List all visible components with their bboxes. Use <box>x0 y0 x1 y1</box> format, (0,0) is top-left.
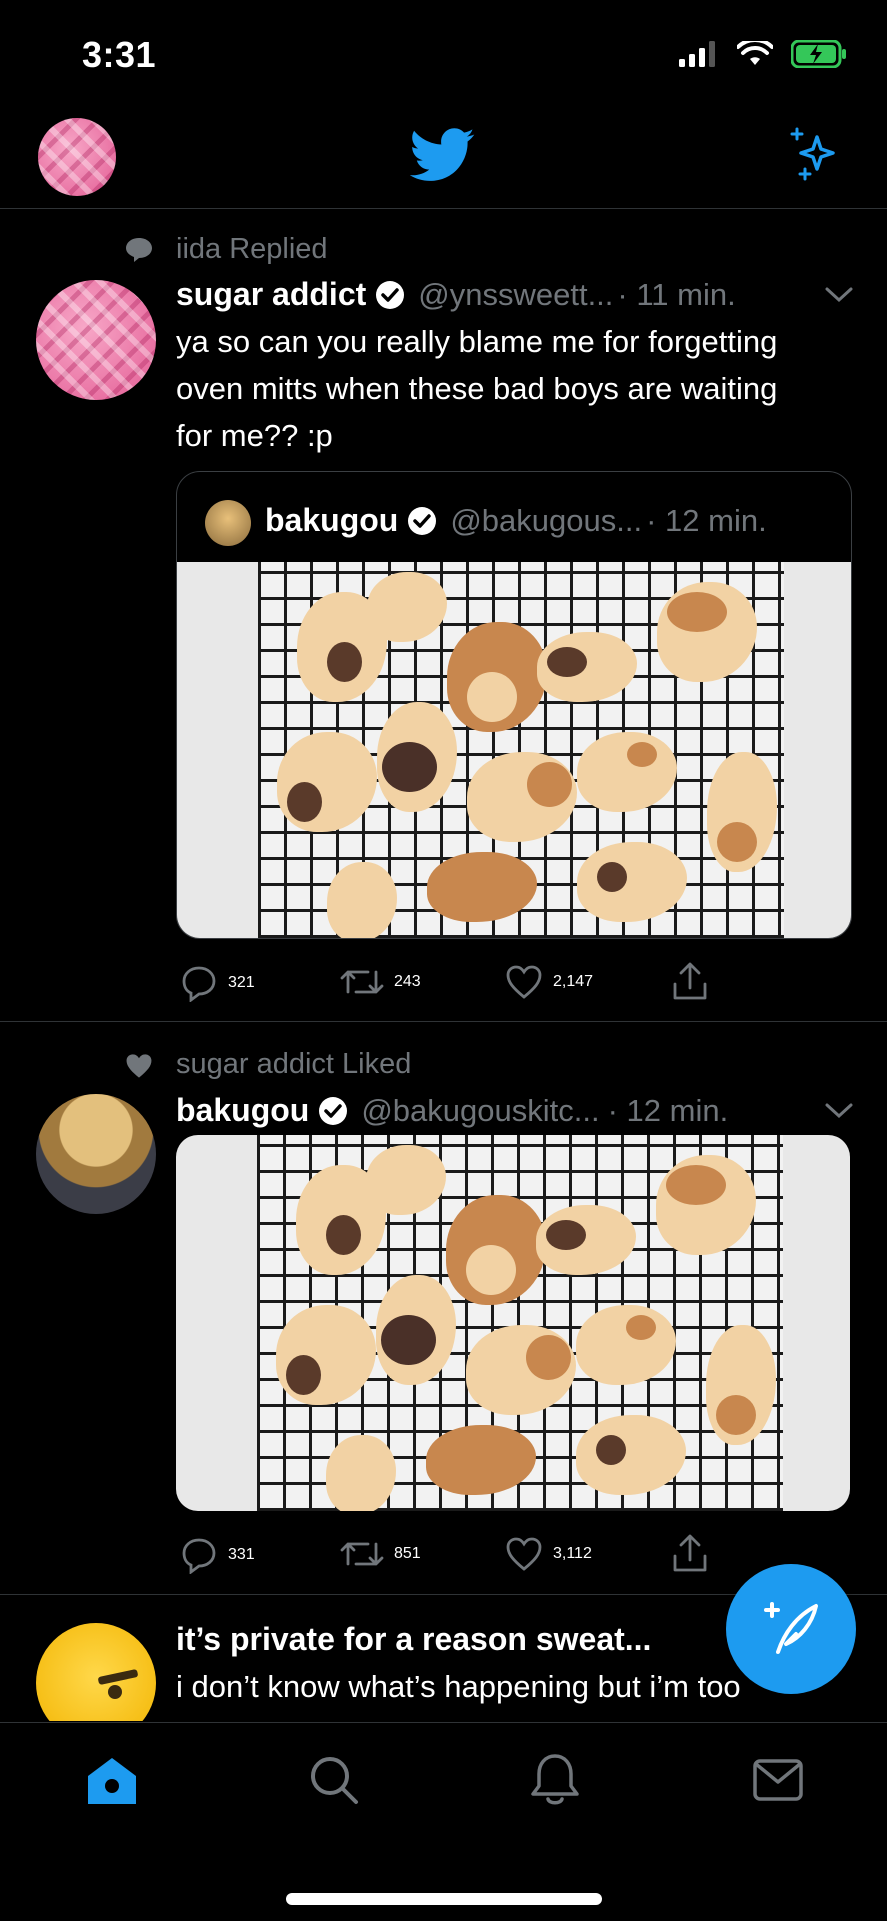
verified-badge-icon <box>319 1096 348 1125</box>
reply-button[interactable]: 321 <box>180 964 255 1002</box>
reply-count: 331 <box>228 1546 255 1563</box>
quoted-tweet-card[interactable]: bakugou @bakugous... · 12 min. <box>176 471 852 939</box>
author-name[interactable]: it’s private for a reason sweat... <box>176 1621 651 1658</box>
profile-avatar[interactable] <box>38 118 116 196</box>
tweet-time: · 11 min. <box>617 276 736 312</box>
twitter-bird-icon[interactable] <box>410 128 476 182</box>
retweet-count: 851 <box>394 1545 421 1562</box>
quoted-author-handle: @bakugous... <box>450 502 643 538</box>
notifications-icon[interactable] <box>530 1752 580 1808</box>
tweet-header: sugar addict @ynssweett... · 11 min. <box>176 276 736 313</box>
home-indicator <box>286 1893 602 1905</box>
retweet-icon <box>340 1542 384 1566</box>
reply-context-icon <box>126 238 152 262</box>
tweet-context: iida Replied <box>176 233 328 265</box>
heart-icon <box>506 1537 542 1571</box>
tweet-context: sugar addict Liked <box>176 1048 412 1080</box>
retweet-icon <box>340 970 384 994</box>
author-name[interactable]: sugar addict <box>176 276 366 313</box>
chevron-down-icon[interactable] <box>824 1100 854 1120</box>
verified-badge-icon <box>408 506 437 535</box>
like-button[interactable]: 3,112 <box>505 1536 592 1572</box>
retweet-button[interactable]: 851 <box>340 1536 421 1572</box>
reply-icon <box>182 966 216 1002</box>
quoted-author-name: bakugou <box>265 502 399 538</box>
messages-icon[interactable] <box>752 1758 804 1802</box>
tweet-header: bakugou @bakugouskitc... · 12 min. <box>176 1092 728 1129</box>
quoted-tweet-time: · 12 min. <box>646 502 767 538</box>
chevron-down-icon[interactable] <box>824 284 854 304</box>
compose-feather-icon <box>764 1602 818 1654</box>
compose-tweet-button[interactable] <box>726 1564 856 1694</box>
author-avatar[interactable] <box>36 1094 156 1214</box>
like-count: 3,112 <box>553 1545 592 1562</box>
sparkle-icon[interactable] <box>785 125 845 185</box>
reply-icon <box>182 1538 216 1574</box>
like-count: 2,147 <box>553 973 594 990</box>
heart-icon <box>506 965 542 999</box>
reply-button[interactable]: 331 <box>180 1536 255 1574</box>
cookie-photo[interactable] <box>176 1135 850 1511</box>
status-icons <box>679 40 847 68</box>
home-icon[interactable] <box>86 1756 138 1806</box>
status-time: 3:31 <box>82 34 157 75</box>
author-avatar[interactable] <box>36 1623 156 1721</box>
tweet-divider <box>0 1021 887 1022</box>
tweet-time: · 12 min. <box>607 1092 729 1128</box>
verified-badge-icon <box>376 280 405 309</box>
author-avatar[interactable] <box>36 280 156 400</box>
tweet-text: ya so can you really blame me for forget… <box>176 324 778 453</box>
author-name[interactable]: bakugou <box>176 1092 309 1129</box>
tweet-text: i don’t know what’s happening but i’m to… <box>176 1669 741 1704</box>
quoted-author-avatar <box>205 500 251 546</box>
search-icon[interactable] <box>308 1754 360 1806</box>
tweet-actions: 321 243 2,147 <box>0 956 887 1006</box>
retweet-button[interactable]: 243 <box>340 964 421 1000</box>
battery-icon <box>791 40 846 68</box>
bottom-tab-bar <box>0 1722 887 1921</box>
retweet-count: 243 <box>394 973 421 990</box>
author-handle: @ynssweett... <box>418 276 614 312</box>
reply-count: 321 <box>228 974 255 991</box>
quoted-header: bakugou @bakugous... · 12 min. <box>265 502 767 539</box>
cookie-photo[interactable] <box>177 562 851 938</box>
share-icon[interactable] <box>670 960 710 1002</box>
signal-icon <box>679 41 715 67</box>
wifi-icon <box>737 41 773 65</box>
like-button[interactable]: 2,147 <box>505 964 593 1000</box>
liked-context-icon <box>126 1054 152 1078</box>
share-icon[interactable] <box>670 1532 710 1574</box>
author-handle: @bakugouskitc... <box>361 1092 600 1128</box>
tweet-actions: 331 851 3,112 <box>0 1530 887 1580</box>
